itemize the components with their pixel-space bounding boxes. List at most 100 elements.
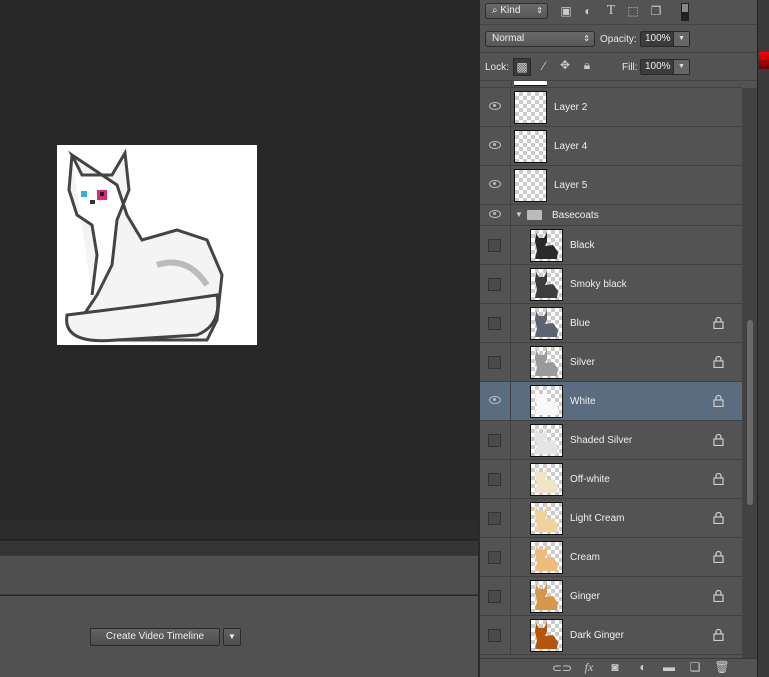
lock-transparent-pixels-icon[interactable]: ▩ bbox=[513, 58, 531, 76]
cat-silhouette bbox=[535, 310, 558, 337]
lock-icon bbox=[713, 589, 724, 602]
canvas-area bbox=[0, 0, 478, 520]
visibility-toggle[interactable] bbox=[480, 127, 511, 165]
cat-silhouette bbox=[535, 232, 558, 259]
eye-icon bbox=[489, 180, 501, 188]
group-name: Basecoats bbox=[552, 210, 599, 221]
layer-row[interactable]: Layer 2 bbox=[480, 88, 742, 127]
trash-icon[interactable]: 🗑︎ bbox=[714, 660, 730, 674]
fill-field[interactable]: 100% ▼ bbox=[640, 59, 690, 75]
layer-name: Shaded Silver bbox=[570, 435, 633, 446]
visibility-toggle[interactable] bbox=[480, 499, 511, 537]
opacity-field[interactable]: 100% ▼ bbox=[640, 31, 690, 47]
shape-layer-filter-icon[interactable]: ⬚ bbox=[626, 4, 640, 18]
visibility-toggle[interactable] bbox=[480, 421, 511, 459]
layers-footer: ⊂⊃ fx ◙ ◐ ▬ ❏ 🗑︎ bbox=[480, 658, 758, 677]
layers-list: Layer 2 Layer 4 Layer 5 ▼ Basecoats Black… bbox=[480, 88, 742, 655]
visibility-toggle[interactable] bbox=[480, 304, 511, 342]
layer-thumbnail bbox=[530, 580, 563, 613]
visibility-toggle[interactable] bbox=[480, 205, 511, 225]
new-group-folder-icon[interactable]: ▬ bbox=[661, 660, 677, 674]
timeline-options-dropdown[interactable]: ▼ bbox=[223, 628, 241, 646]
layer-name: Black bbox=[570, 240, 595, 251]
layer-row[interactable]: Black bbox=[480, 226, 742, 265]
chevron-down-icon: ▼ bbox=[228, 632, 236, 641]
layer-row[interactable]: White bbox=[480, 382, 742, 421]
layer-row[interactable]: Light Cream bbox=[480, 499, 742, 538]
lock-image-pixels-brush-icon[interactable]: ⁄ bbox=[536, 59, 552, 73]
layer-row[interactable]: Shaded Silver bbox=[480, 421, 742, 460]
visibility-toggle[interactable] bbox=[480, 226, 511, 264]
blend-mode-value: Normal bbox=[492, 33, 525, 44]
adjustment-layer-filter-icon[interactable]: ◐ bbox=[581, 4, 595, 18]
layer-row[interactable]: Dark Ginger bbox=[480, 616, 742, 655]
layers-scrollbar[interactable] bbox=[742, 88, 758, 658]
group-row[interactable]: ▼ Basecoats bbox=[480, 205, 742, 226]
visibility-toggle[interactable] bbox=[480, 166, 511, 204]
create-video-timeline-button[interactable]: Create Video Timeline bbox=[90, 628, 220, 646]
visibility-toggle[interactable] bbox=[480, 616, 511, 654]
lock-icon bbox=[713, 355, 724, 368]
folder-icon bbox=[527, 210, 542, 220]
eye-icon bbox=[489, 141, 501, 149]
layer-row[interactable]: Layer 5 bbox=[480, 166, 742, 205]
scrollbar-thumb[interactable] bbox=[747, 320, 753, 505]
add-mask-icon[interactable]: ◙ bbox=[607, 660, 623, 674]
layer-row[interactable]: Layer 4 bbox=[480, 127, 742, 166]
cat-silhouette bbox=[535, 388, 558, 415]
visibility-toggle[interactable] bbox=[480, 577, 511, 615]
visibility-toggle[interactable] bbox=[480, 343, 511, 381]
visibility-toggle[interactable] bbox=[480, 265, 511, 303]
lock-icon bbox=[713, 433, 724, 446]
layer-thumbnail bbox=[530, 502, 563, 535]
visibility-checkbox bbox=[488, 551, 501, 564]
cat-silhouette bbox=[535, 271, 558, 298]
filter-toggle-switch[interactable] bbox=[681, 3, 689, 21]
smart-object-filter-icon[interactable]: ❐ bbox=[649, 4, 663, 18]
layer-thumbnail bbox=[530, 346, 563, 379]
layer-row[interactable]: Off-white bbox=[480, 460, 742, 499]
adjustment-layer-icon[interactable]: ◐ bbox=[635, 660, 651, 674]
filter-kind-select[interactable]: ⌕ Kind ⇕ bbox=[485, 3, 548, 19]
lock-icon bbox=[713, 316, 724, 329]
cat-silhouette bbox=[535, 349, 558, 376]
eye-icon bbox=[489, 210, 501, 218]
link-layers-icon[interactable]: ⊂⊃ bbox=[552, 661, 572, 675]
chevron-down-icon[interactable]: ▼ bbox=[673, 60, 689, 74]
blend-mode-select[interactable]: Normal ⇕ bbox=[485, 31, 595, 47]
layer-row[interactable]: Silver bbox=[480, 343, 742, 382]
layer-name: Layer 2 bbox=[554, 102, 588, 113]
layer-thumbnail bbox=[530, 463, 563, 496]
layer-name: Ginger bbox=[570, 591, 601, 602]
new-layer-icon[interactable]: ❏ bbox=[687, 660, 703, 674]
visibility-checkbox bbox=[488, 629, 501, 642]
layer-name: Layer 4 bbox=[554, 141, 588, 152]
type-layer-filter-icon[interactable]: T bbox=[604, 3, 618, 19]
lock-all-icon[interactable]: 🔒︎ bbox=[580, 58, 594, 73]
disclosure-triangle-icon[interactable]: ▼ bbox=[515, 210, 523, 219]
color-swatch[interactable] bbox=[759, 52, 769, 69]
visibility-toggle[interactable] bbox=[480, 88, 511, 126]
cat-silhouette bbox=[535, 583, 558, 610]
fill-value: 100% bbox=[645, 61, 671, 72]
layer-row[interactable]: Cream bbox=[480, 538, 742, 577]
pixel-layer-filter-icon[interactable]: ▣ bbox=[559, 4, 573, 18]
updown-arrows-icon: ⇕ bbox=[583, 34, 590, 43]
visibility-toggle[interactable] bbox=[480, 460, 511, 498]
chevron-down-icon[interactable]: ▼ bbox=[673, 32, 689, 46]
layer-thumbnail bbox=[514, 169, 547, 202]
visibility-toggle[interactable] bbox=[480, 538, 511, 576]
timeline-panel: Create Video Timeline ▼ bbox=[0, 596, 478, 677]
lock-position-move-icon[interactable]: ✥ bbox=[557, 58, 573, 72]
fx-layer-style-icon[interactable]: fx bbox=[580, 660, 598, 675]
layer-row[interactable]: Blue bbox=[480, 304, 742, 343]
layer-row[interactable]: Smoky black bbox=[480, 265, 742, 304]
filter-kind-label: Kind bbox=[500, 5, 521, 16]
cat-silhouette bbox=[535, 466, 558, 493]
layer-row[interactable]: Ginger bbox=[480, 577, 742, 616]
visibility-toggle[interactable] bbox=[480, 382, 511, 420]
right-dock-panel bbox=[757, 0, 769, 677]
document-canvas[interactable] bbox=[57, 145, 257, 345]
lock-icon bbox=[713, 472, 724, 485]
visibility-checkbox bbox=[488, 356, 501, 369]
